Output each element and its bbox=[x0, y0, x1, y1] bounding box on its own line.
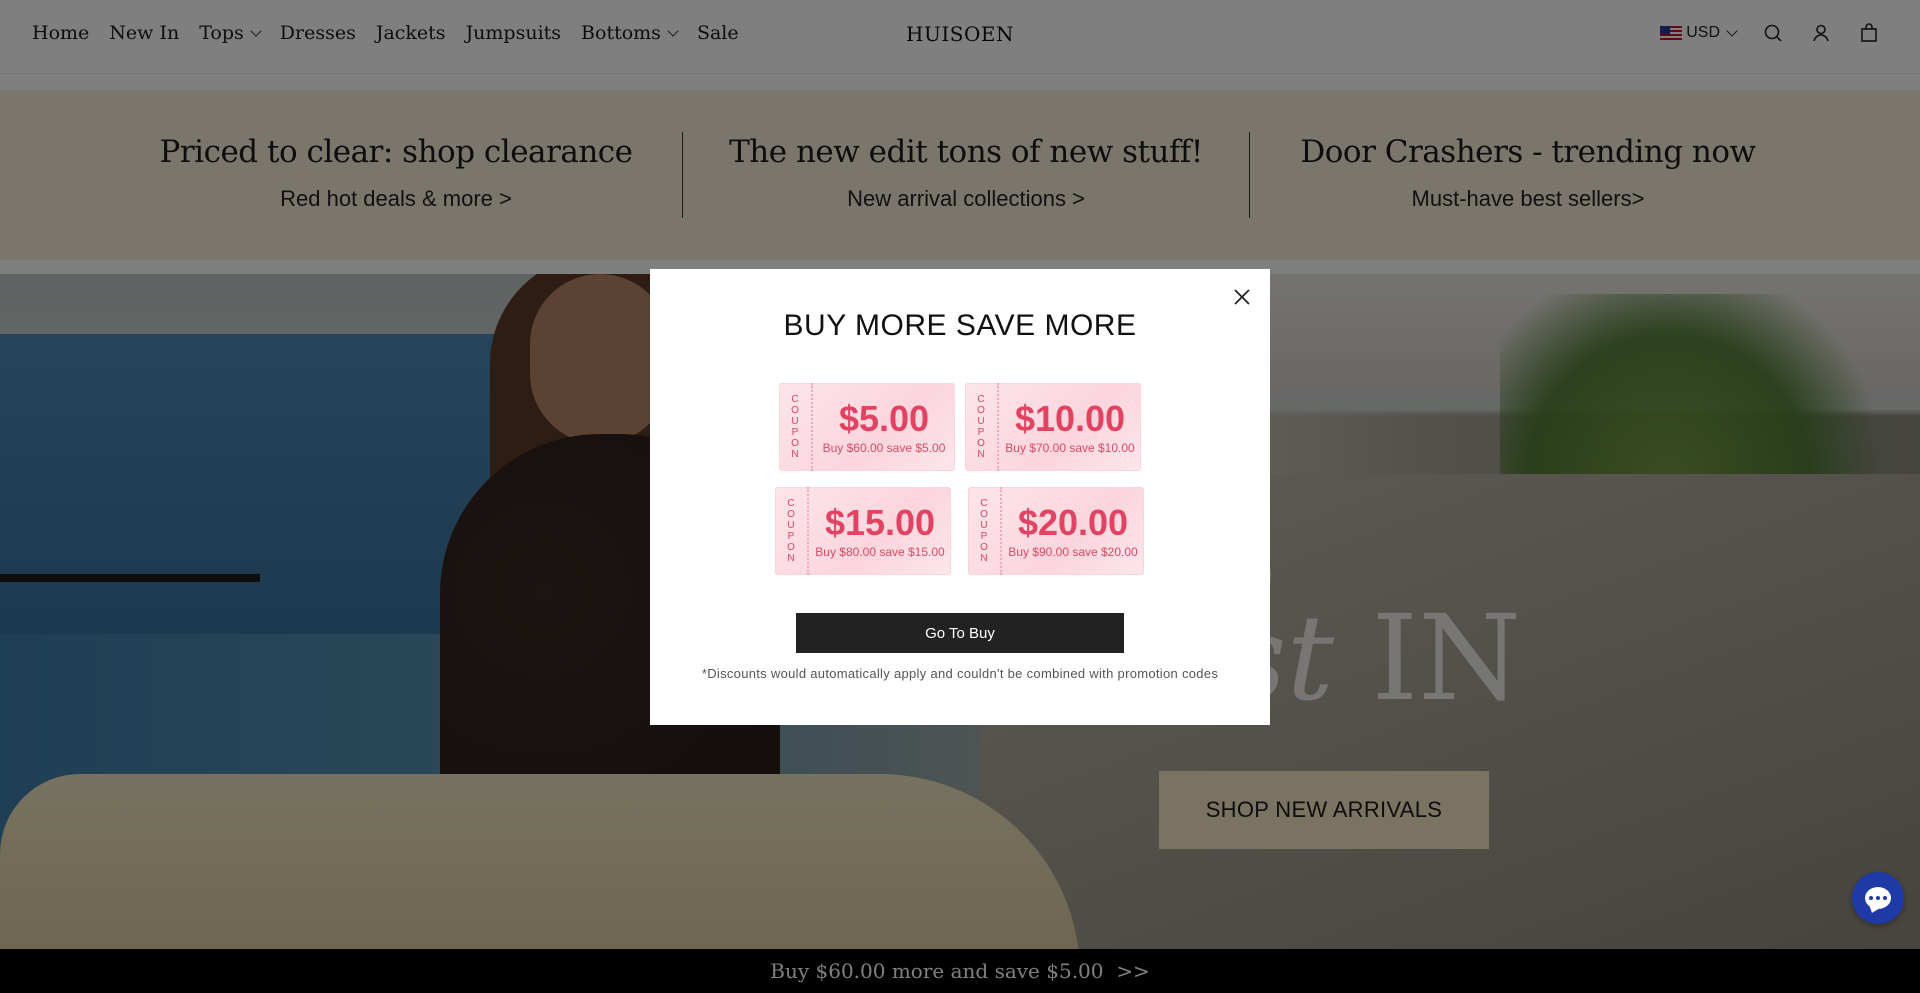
coupon-letter: O bbox=[980, 509, 988, 520]
coupon-letter: N bbox=[791, 449, 799, 460]
coupon-condition: Buy $70.00 save $10.00 bbox=[1005, 440, 1135, 455]
coupon-amount: $5.00 bbox=[838, 397, 930, 439]
discount-disclaimer: *Discounts would automatically apply and… bbox=[701, 666, 1219, 681]
coupon-letter: O bbox=[791, 405, 799, 416]
coupon-side-label: COUPON bbox=[968, 487, 1002, 575]
promo-modal: BUY MORE SAVE MORE COUPON $5.00 Buy $60.… bbox=[650, 269, 1270, 725]
coupon-letter: U bbox=[977, 416, 985, 427]
coupon-letter: U bbox=[791, 416, 799, 427]
chat-button[interactable] bbox=[1852, 872, 1904, 924]
coupon-letter: N bbox=[787, 553, 795, 564]
coupon-letter: U bbox=[787, 520, 795, 531]
coupon-condition: Buy $90.00 save $20.00 bbox=[1008, 544, 1138, 559]
coupon-letter: P bbox=[980, 531, 988, 542]
coupon-letter: P bbox=[787, 531, 795, 542]
coupon-card[interactable]: COUPON $5.00 Buy $60.00 save $5.00 bbox=[779, 383, 955, 471]
coupon-side-label: COUPON bbox=[775, 487, 809, 575]
coupon-letter: C bbox=[980, 498, 988, 509]
coupon-letter: O bbox=[977, 405, 985, 416]
coupon-letter: P bbox=[977, 427, 985, 438]
coupon-side-label: COUPON bbox=[779, 383, 813, 471]
coupon-amount: $20.00 bbox=[1017, 501, 1129, 543]
modal-title: BUY MORE SAVE MORE bbox=[783, 309, 1137, 342]
chat-bubble-icon bbox=[1865, 887, 1891, 909]
coupon-card[interactable]: COUPON $20.00 Buy $90.00 save $20.00 bbox=[968, 487, 1144, 575]
coupon-letter: O bbox=[787, 509, 795, 520]
coupon-body: $20.00 Buy $90.00 save $20.00 bbox=[1002, 487, 1144, 575]
coupon-letter: N bbox=[980, 553, 988, 564]
coupon-body: $10.00 Buy $70.00 save $10.00 bbox=[999, 383, 1141, 471]
coupon-letter: N bbox=[977, 449, 985, 460]
coupon-card[interactable]: COUPON $10.00 Buy $70.00 save $10.00 bbox=[965, 383, 1141, 471]
coupon-letter: O bbox=[791, 438, 799, 449]
coupon-letter: U bbox=[980, 520, 988, 531]
coupon-letter: O bbox=[977, 438, 985, 449]
coupon-amount: $15.00 bbox=[824, 501, 936, 543]
coupon-amount: $10.00 bbox=[1014, 397, 1126, 439]
go-to-buy-button[interactable]: Go To Buy bbox=[796, 613, 1124, 653]
coupon-condition: Buy $80.00 save $15.00 bbox=[815, 544, 945, 559]
coupon-letter: P bbox=[791, 427, 799, 438]
coupon-letter: C bbox=[977, 394, 985, 405]
coupon-condition: Buy $60.00 save $5.00 bbox=[822, 440, 946, 455]
coupon-letter: O bbox=[980, 542, 988, 553]
coupon-side-label: COUPON bbox=[965, 383, 999, 471]
coupon-card[interactable]: COUPON $15.00 Buy $80.00 save $15.00 bbox=[775, 487, 951, 575]
close-icon bbox=[1234, 289, 1250, 305]
coupon-letter: C bbox=[791, 394, 799, 405]
coupon-body: $15.00 Buy $80.00 save $15.00 bbox=[809, 487, 951, 575]
coupon-letter: O bbox=[787, 542, 795, 553]
coupon-body: $5.00 Buy $60.00 save $5.00 bbox=[813, 383, 955, 471]
coupon-letter: C bbox=[787, 498, 795, 509]
